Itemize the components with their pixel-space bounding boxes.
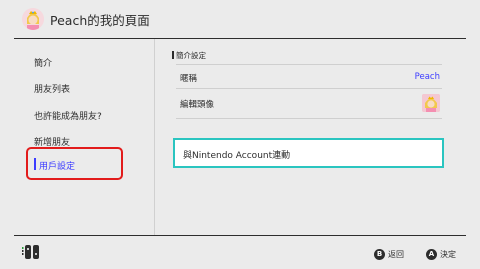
selection-indicator bbox=[34, 158, 36, 170]
nickname-value[interactable]: Peach bbox=[415, 72, 440, 82]
sidebar-item-suggested-friends[interactable]: 也許能成為朋友? bbox=[34, 109, 102, 122]
sidebar-item-profile[interactable]: 簡介 bbox=[34, 56, 52, 69]
link-nintendo-account-button[interactable]: 與Nintendo Account連動 bbox=[173, 138, 444, 168]
page-title: Peach的我的頁面 bbox=[50, 13, 150, 28]
joycon-icon bbox=[22, 244, 42, 260]
back-hint[interactable]: B 返回 bbox=[374, 249, 404, 260]
nickname-label[interactable]: 暱稱 bbox=[180, 72, 197, 84]
row-divider bbox=[176, 88, 442, 89]
b-button-icon: B bbox=[374, 249, 385, 260]
confirm-label: 決定 bbox=[440, 250, 456, 259]
confirm-hint[interactable]: A 決定 bbox=[426, 249, 456, 260]
row-divider bbox=[176, 64, 442, 65]
section-title: 簡介設定 bbox=[172, 51, 206, 60]
link-nintendo-account-label: 與Nintendo Account連動 bbox=[183, 151, 291, 161]
avatar bbox=[22, 8, 44, 30]
back-label: 返回 bbox=[388, 250, 404, 259]
edit-icon-label[interactable]: 編輯頭像 bbox=[180, 98, 214, 110]
sidebar-item-user-settings[interactable]: 用戶設定 bbox=[39, 159, 75, 172]
sidebar-item-friend-list[interactable]: 朋友列表 bbox=[34, 82, 70, 95]
sidebar-divider bbox=[154, 39, 155, 235]
sidebar: 簡介 朋友列表 也許能成為朋友? 新增朋友 用戶設定 bbox=[14, 39, 154, 235]
row-divider bbox=[176, 118, 442, 119]
footer: B 返回 A 決定 bbox=[0, 236, 480, 269]
header: Peach的我的頁面 bbox=[0, 0, 480, 38]
profile-icon-thumbnail[interactable] bbox=[422, 94, 440, 112]
a-button-icon: A bbox=[426, 249, 437, 260]
